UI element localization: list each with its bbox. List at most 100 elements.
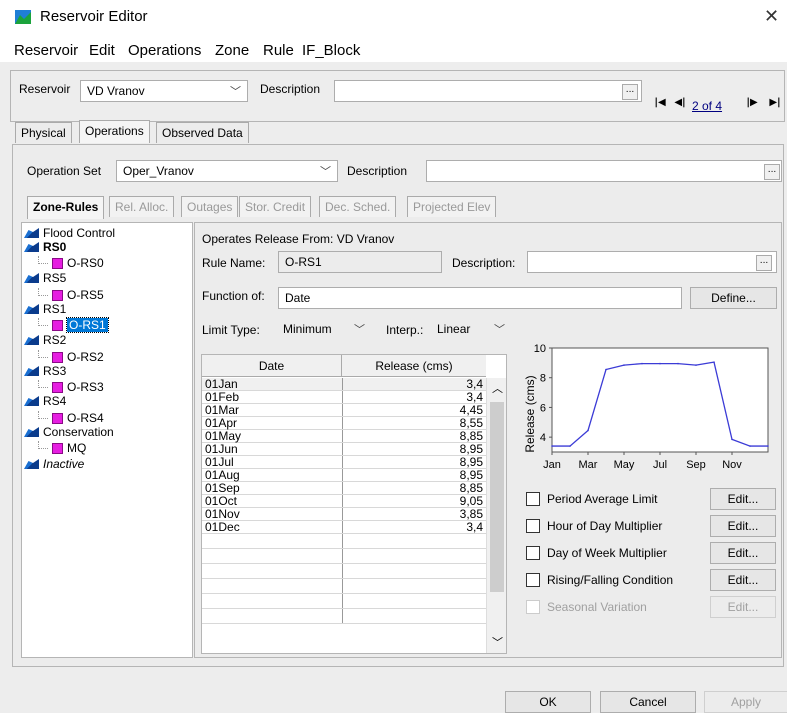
date-cell[interactable]: 01Nov [202, 507, 343, 521]
table-row[interactable] [202, 578, 486, 594]
tree-rule-item[interactable]: O-RS1 [38, 317, 109, 333]
apply-button[interactable]: Apply [704, 691, 787, 713]
release-cell[interactable] [342, 533, 486, 549]
option-checkbox[interactable] [526, 546, 540, 560]
tab-operations[interactable]: Operations [79, 120, 150, 143]
option-edit-button[interactable]: Edit... [710, 596, 776, 618]
release-cell[interactable]: 4,45 [342, 403, 486, 417]
limit-type-select[interactable]: Minimum ﹀ [276, 318, 372, 340]
option-edit-button[interactable]: Edit... [710, 515, 776, 537]
table-scrollbar[interactable]: ︿ ﹀ [486, 378, 506, 653]
table-row[interactable]: 01Aug 8,95 [202, 468, 486, 482]
tree-zone-item[interactable]: RS5 [24, 271, 66, 285]
scrollbar-thumb[interactable] [490, 402, 504, 592]
release-cell[interactable]: 3,4 [342, 378, 486, 391]
release-cell[interactable]: 8,55 [342, 416, 486, 430]
opset-description-field[interactable] [426, 160, 782, 182]
menu-zone[interactable]: Zone [215, 42, 249, 59]
date-cell[interactable]: 01Feb [202, 390, 343, 404]
chevron-up-icon[interactable]: ︿ [492, 380, 503, 396]
release-cell[interactable]: 8,95 [342, 442, 486, 456]
table-row[interactable]: 01Jun 8,95 [202, 442, 486, 456]
menu-rule[interactable]: Rule [263, 42, 294, 59]
interp-select[interactable]: Linear ﹀ [430, 318, 512, 340]
date-cell[interactable] [202, 548, 343, 564]
release-cell[interactable]: 3,4 [342, 390, 486, 404]
option-checkbox[interactable] [526, 492, 540, 506]
tree-zone-item[interactable]: RS4 [24, 394, 66, 408]
menu-reservoir[interactable]: Reservoir [14, 42, 78, 59]
release-cell[interactable]: 8,85 [342, 481, 486, 495]
tab-dec-sched[interactable]: Dec. Sched. [319, 196, 397, 217]
date-cell[interactable]: 01Jun [202, 442, 343, 456]
option-edit-button[interactable]: Edit... [710, 488, 776, 510]
menu-operations[interactable]: Operations [128, 42, 201, 59]
table-row[interactable]: 01Oct 9,05 [202, 494, 486, 508]
date-cell[interactable]: 01May [202, 429, 343, 443]
table-row[interactable]: 01Sep 8,85 [202, 481, 486, 495]
date-cell[interactable]: 01Jan [202, 378, 343, 391]
table-row[interactable]: 01Dec 3,4 [202, 520, 486, 534]
date-cell[interactable] [202, 578, 343, 594]
table-row[interactable]: 01Mar 4,45 [202, 403, 486, 417]
tab-stor-credit[interactable]: Stor. Credit [239, 196, 312, 217]
tree-rule-item[interactable]: O-RS3 [38, 380, 104, 394]
date-cell[interactable]: 01Mar [202, 403, 343, 417]
date-cell[interactable]: 01Sep [202, 481, 343, 495]
option-checkbox[interactable] [526, 600, 540, 614]
date-cell[interactable] [202, 593, 343, 609]
tree-rule-item[interactable]: O-RS2 [38, 350, 104, 364]
rule-description-field[interactable] [527, 251, 777, 273]
previous-record-icon[interactable]: ◀| [673, 97, 687, 113]
date-cell[interactable] [202, 608, 343, 624]
date-cell[interactable]: 01Dec [202, 520, 343, 534]
tree-zone-item[interactable]: RS2 [24, 333, 66, 347]
chevron-down-icon[interactable]: ﹀ [492, 634, 503, 650]
release-cell[interactable]: 8,85 [342, 429, 486, 443]
last-record-icon[interactable]: ▶| [768, 97, 782, 113]
table-row[interactable]: 01Feb 3,4 [202, 390, 486, 404]
table-row[interactable]: 01Apr 8,55 [202, 416, 486, 430]
tab-rel-alloc[interactable]: Rel. Alloc. [109, 196, 175, 217]
rule-name-field[interactable]: O-RS1 [278, 251, 442, 273]
release-cell[interactable]: 3,4 [342, 520, 486, 534]
option-checkbox[interactable] [526, 519, 540, 533]
function-of-field[interactable]: Date [278, 287, 682, 309]
release-cell[interactable]: 9,05 [342, 494, 486, 508]
ok-button[interactable]: OK [505, 691, 591, 713]
tree-zone-item[interactable]: Inactive [24, 457, 84, 471]
option-checkbox[interactable] [526, 573, 540, 587]
release-cell[interactable] [342, 593, 486, 609]
table-row[interactable]: 01Jan 3,4 [202, 378, 486, 391]
release-column-header[interactable]: Release (cms) [342, 355, 486, 377]
date-cell[interactable]: 01Aug [202, 468, 343, 482]
close-icon[interactable]: ✕ [764, 6, 779, 27]
tab-physical[interactable]: Physical [15, 122, 72, 143]
table-row[interactable]: 01May 8,85 [202, 429, 486, 443]
table-row[interactable] [202, 548, 486, 564]
release-cell[interactable] [342, 563, 486, 579]
table-row[interactable]: 01Jul 8,95 [202, 455, 486, 469]
release-cell[interactable] [342, 548, 486, 564]
reservoir-select[interactable]: VD Vranov ﹀ [80, 80, 248, 102]
release-cell[interactable] [342, 578, 486, 594]
tree-rule-item[interactable]: MQ [38, 441, 86, 455]
date-cell[interactable] [202, 563, 343, 579]
option-edit-button[interactable]: Edit... [710, 569, 776, 591]
table-row[interactable] [202, 593, 486, 609]
date-cell[interactable]: 01Jul [202, 455, 343, 469]
first-record-icon[interactable]: |◀ [653, 97, 667, 113]
date-cell[interactable] [202, 533, 343, 549]
tab-projected-elev[interactable]: Projected Elev [407, 196, 497, 217]
tree-zone-item[interactable]: RS0 [24, 240, 66, 254]
tree-rule-item[interactable]: O-RS5 [38, 288, 104, 302]
ellipsis-icon[interactable]: ... [756, 255, 772, 271]
date-cell[interactable]: 01Oct [202, 494, 343, 508]
release-cell[interactable]: 8,95 [342, 455, 486, 469]
table-row[interactable]: 01Nov 3,85 [202, 507, 486, 521]
menu-edit[interactable]: Edit [89, 42, 115, 59]
ellipsis-icon[interactable]: ... [764, 164, 780, 180]
tree-zone-item[interactable]: RS1 [24, 302, 66, 316]
tab-outages[interactable]: Outages [181, 196, 239, 217]
table-row[interactable] [202, 608, 486, 624]
